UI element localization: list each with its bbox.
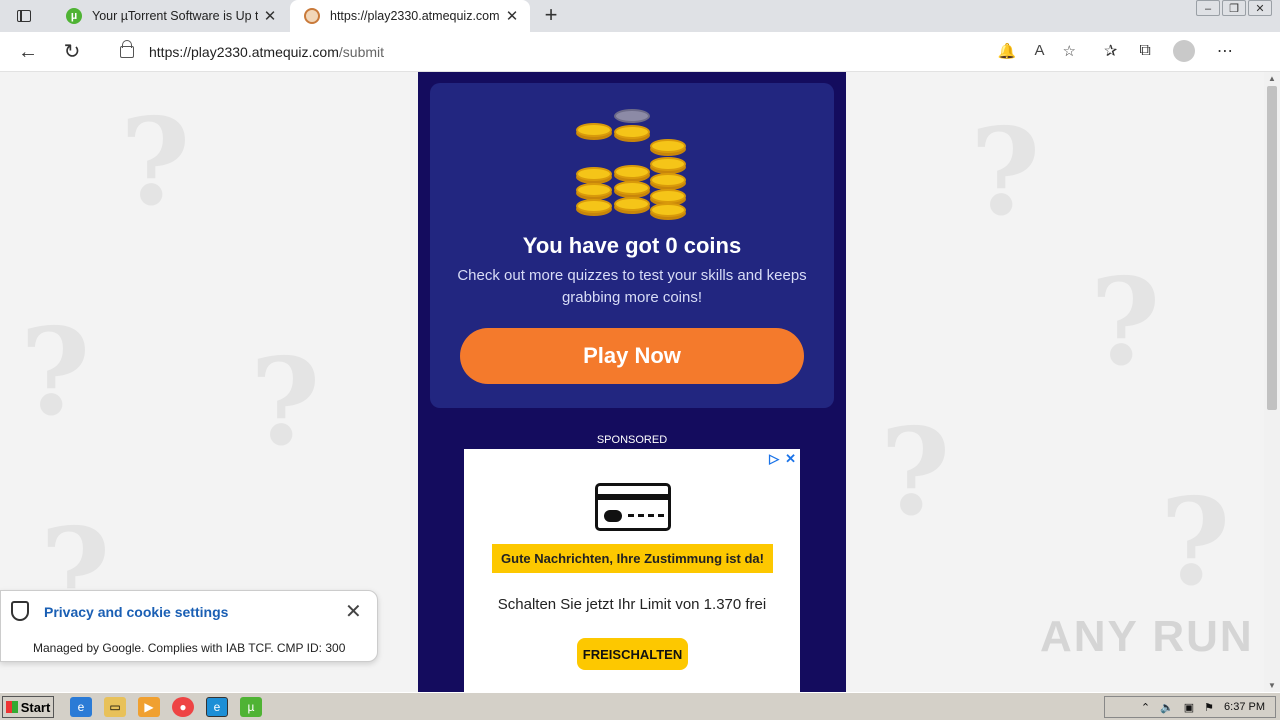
cookie-title[interactable]: Privacy and cookie settings [44,604,228,620]
question-mark-decoration: ? [1160,472,1231,613]
utorrent-icon[interactable]: µ [240,697,262,717]
close-ad-icon[interactable]: ✕ [785,451,796,467]
question-mark-decoration: ? [120,92,191,233]
browser-toolbar: ← ↻ https://play2330.atmequiz.com/submit… [0,32,1280,72]
utorrent-icon: µ [66,8,82,24]
ad-banner[interactable]: ▷ ✕ Gute Nachrichten, Ihre Zustimmung is… [464,449,800,692]
system-tray: ⌃ 🔈 ▣ ⚑ 6:37 PM [1104,696,1276,718]
cookie-description: Managed by Google. Complies with IAB TCF… [33,641,346,655]
start-label: Start [20,699,51,715]
scrollbar[interactable]: ▲ ▼ [1264,72,1280,692]
explorer-icon[interactable]: ▭ [104,697,126,717]
tab-bar: µ Your µTorrent Software is Up to ✕ http… [0,0,1280,32]
window-controls: – ❐ ✕ [1194,0,1272,16]
coins-icon [576,109,688,221]
tab-actions-icon [17,10,31,22]
media-player-icon[interactable]: ▶ [138,697,160,717]
page-viewport: ? ? ? ? ? ? ? ? You have got 0 coins Che… [0,72,1280,692]
question-mark-decoration: ? [970,102,1041,243]
add-favorite-icon[interactable]: ☆ [1063,42,1076,60]
coins-title: You have got 0 coins [522,233,742,258]
question-mark-decoration: ? [880,402,951,543]
close-tab-icon[interactable]: ✕ [258,7,282,25]
read-aloud-icon[interactable]: A [1035,42,1045,60]
tab-title: https://play2330.atmequiz.com [330,9,500,23]
watermark: ANY RUN [1040,612,1254,661]
result-card: You have got 0 coins Check out more quiz… [430,83,834,408]
profile-avatar[interactable] [1172,40,1195,62]
ie-icon[interactable]: e [70,697,92,717]
scrollbar-thumb[interactable] [1267,86,1277,410]
new-tab-icon[interactable]: + [540,4,562,26]
ad-cta-button[interactable]: FREISCHALTEN [577,638,688,670]
flag-icon[interactable]: ⚑ [1204,701,1214,714]
more-menu-icon[interactable]: ⋯ [1217,41,1233,61]
edge-icon[interactable]: e [206,697,228,717]
url-path: /submit [338,44,385,60]
shield-icon [11,601,29,621]
close-icon[interactable]: ✕ [345,599,362,624]
refresh-icon[interactable]: ↻ [60,40,84,64]
favorites-icon[interactable]: ✰ [1104,41,1117,61]
quiz-column: You have got 0 coins Check out more quiz… [418,72,846,692]
credit-card-icon [595,483,671,531]
minimize-icon[interactable]: – [1196,0,1220,16]
start-button[interactable]: Start [2,696,54,718]
windows-logo-icon [5,701,18,713]
tab-atmequiz[interactable]: https://play2330.atmequiz.com ✕ [290,0,530,32]
ad-headline: Gute Nachrichten, Ihre Zustimmung ist da… [492,544,773,573]
close-tab-icon[interactable]: ✕ [500,7,524,25]
taskbar: Start e ▭ ▶ ● e µ ⌃ 🔈 ▣ ⚑ 6:37 PM [0,692,1280,720]
tab-utorrent[interactable]: µ Your µTorrent Software is Up to ✕ [52,0,288,32]
collections-icon[interactable]: ⧉ [1139,42,1150,60]
back-icon[interactable]: ← [16,40,40,64]
notification-blocked-icon[interactable]: 🔔 [998,42,1017,60]
atmequiz-icon [304,8,320,24]
address-bar[interactable]: https://play2330.atmequiz.com/submit 🔔 A… [100,36,1090,68]
tab-title: Your µTorrent Software is Up to [92,9,258,23]
question-mark-decoration: ? [250,332,321,473]
restore-icon[interactable]: ❐ [1222,0,1246,16]
cookie-consent-bar[interactable]: Privacy and cookie settings ✕ Managed by… [0,590,378,662]
tab-actions-button[interactable] [10,6,38,26]
coins-subtitle: Check out more quizzes to test your skil… [457,267,807,306]
ad-text: Schalten Sie jetzt Ihr Limit von 1.370 f… [497,596,767,613]
adchoices-icon[interactable]: ▷ [769,451,779,467]
close-window-icon[interactable]: ✕ [1248,0,1272,16]
url-host: https://play2330.atmequiz.com [149,44,339,60]
clock[interactable]: 6:37 PM [1224,701,1265,713]
sponsored-label: SPONSORED [596,434,668,446]
tray-expand-icon[interactable]: ⌃ [1141,701,1150,714]
network-icon[interactable]: ▣ [1184,701,1194,714]
scroll-down-icon[interactable]: ▼ [1267,681,1277,690]
question-mark-decoration: ? [1090,252,1161,393]
play-now-button[interactable]: Play Now [460,328,804,384]
question-mark-decoration: ? [20,302,91,443]
scroll-up-icon[interactable]: ▲ [1267,74,1277,83]
chrome-icon[interactable]: ● [172,697,194,717]
lock-icon[interactable] [120,40,134,58]
volume-icon[interactable]: 🔈 [1160,701,1174,714]
url-text[interactable]: https://play2330.atmequiz.com/submit [149,44,384,60]
